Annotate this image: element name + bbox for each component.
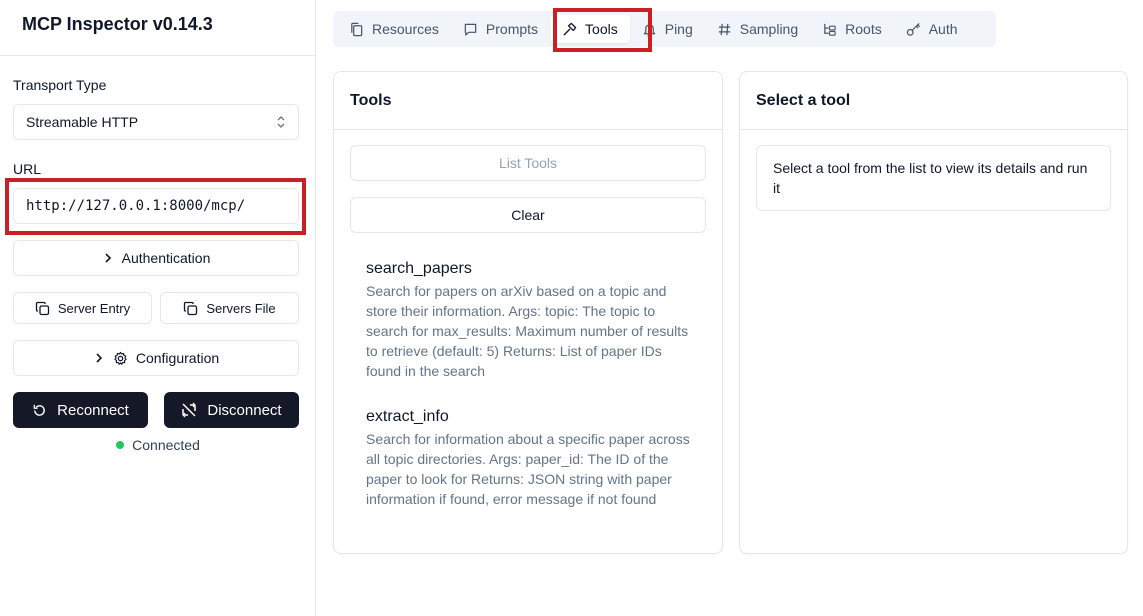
tools-panel-title: Tools (334, 72, 722, 130)
servers-file-label: Servers File (206, 300, 276, 316)
tab-roots[interactable]: Roots (810, 15, 894, 43)
sidebar-header: MCP Inspector v0.14.3 (0, 0, 315, 56)
reconnect-label: Reconnect (57, 401, 129, 419)
disconnect-label: Disconnect (207, 401, 282, 419)
copy-icon (35, 301, 50, 316)
tab-bar: Resources Prompts Tools Ping Sampling Ro… (333, 11, 996, 47)
files-icon (349, 22, 364, 37)
copy-icon (183, 301, 198, 316)
clear-button[interactable]: Clear (350, 197, 706, 233)
disconnect-button[interactable]: Disconnect (164, 392, 299, 428)
tool-description: Search for papers on arXiv based on a to… (366, 283, 689, 379)
authentication-label: Authentication (121, 250, 211, 266)
tab-ping-label: Ping (664, 21, 693, 37)
tool-detail-panel: Select a tool Select a tool from the lis… (739, 71, 1128, 554)
tab-tools[interactable]: Tools (550, 15, 630, 43)
tab-prompts-label: Prompts (485, 21, 539, 37)
transport-type-select[interactable]: Streamable HTTP (13, 104, 299, 140)
transport-type-value: Streamable HTTP (26, 114, 139, 130)
tab-prompts[interactable]: Prompts (451, 15, 550, 43)
server-entry-button[interactable]: Server Entry (13, 292, 152, 324)
status-text: Connected (132, 437, 200, 453)
url-label: URL (13, 161, 42, 177)
folder-tree-icon (822, 22, 837, 37)
clear-label: Clear (511, 207, 545, 223)
server-entry-label: Server Entry (57, 300, 131, 316)
reconnect-button[interactable]: Reconnect (13, 392, 148, 428)
tools-panel: Tools List Tools Clear search_papers Sea… (333, 71, 723, 554)
transport-type-label: Transport Type (13, 77, 107, 93)
tab-sampling[interactable]: Sampling (705, 15, 810, 43)
unplug-icon (181, 402, 197, 418)
bell-icon (642, 22, 657, 37)
tab-sampling-label: Sampling (739, 21, 799, 37)
tab-ping[interactable]: Ping (630, 15, 705, 43)
key-icon (906, 22, 921, 37)
list-tools-button[interactable]: List Tools (350, 145, 706, 181)
configuration-label: Configuration (135, 350, 220, 366)
gear-icon (113, 351, 128, 366)
tab-tools-label: Tools (585, 21, 618, 37)
url-input[interactable] (13, 188, 299, 224)
authentication-toggle[interactable]: Authentication (13, 240, 299, 276)
tool-item-search-papers[interactable]: search_papers Search for papers on arXiv… (366, 260, 696, 381)
tab-resources[interactable]: Resources (337, 15, 451, 43)
tab-auth[interactable]: Auth (894, 15, 970, 43)
rotate-ccw-icon (32, 403, 47, 418)
tool-item-extract-info[interactable]: extract_info Search for information abou… (366, 408, 696, 509)
list-tools-label: List Tools (498, 155, 558, 171)
message-icon (463, 22, 478, 37)
tool-detail-title: Select a tool (740, 72, 1127, 130)
chevrons-up-down-icon (276, 115, 286, 129)
select-tool-message: Select a tool from the list to view its … (756, 145, 1111, 211)
servers-file-button[interactable]: Servers File (160, 292, 299, 324)
tool-name: extract_info (366, 408, 449, 425)
chevron-right-icon (93, 352, 105, 364)
configuration-toggle[interactable]: Configuration (13, 340, 299, 376)
app-title: MCP Inspector v0.14.3 (22, 14, 213, 34)
hash-icon (717, 22, 732, 37)
tab-resources-label: Resources (372, 21, 439, 37)
hammer-icon (562, 22, 577, 37)
tab-roots-label: Roots (845, 21, 882, 37)
chevron-right-icon (102, 252, 114, 264)
connection-status: Connected (0, 437, 316, 453)
status-dot (116, 441, 125, 449)
tool-description: Search for information about a specific … (366, 431, 690, 507)
sidebar: MCP Inspector v0.14.3 Transport Type Str… (0, 0, 316, 616)
tab-auth-label: Auth (928, 21, 958, 37)
tool-name: search_papers (366, 260, 472, 277)
